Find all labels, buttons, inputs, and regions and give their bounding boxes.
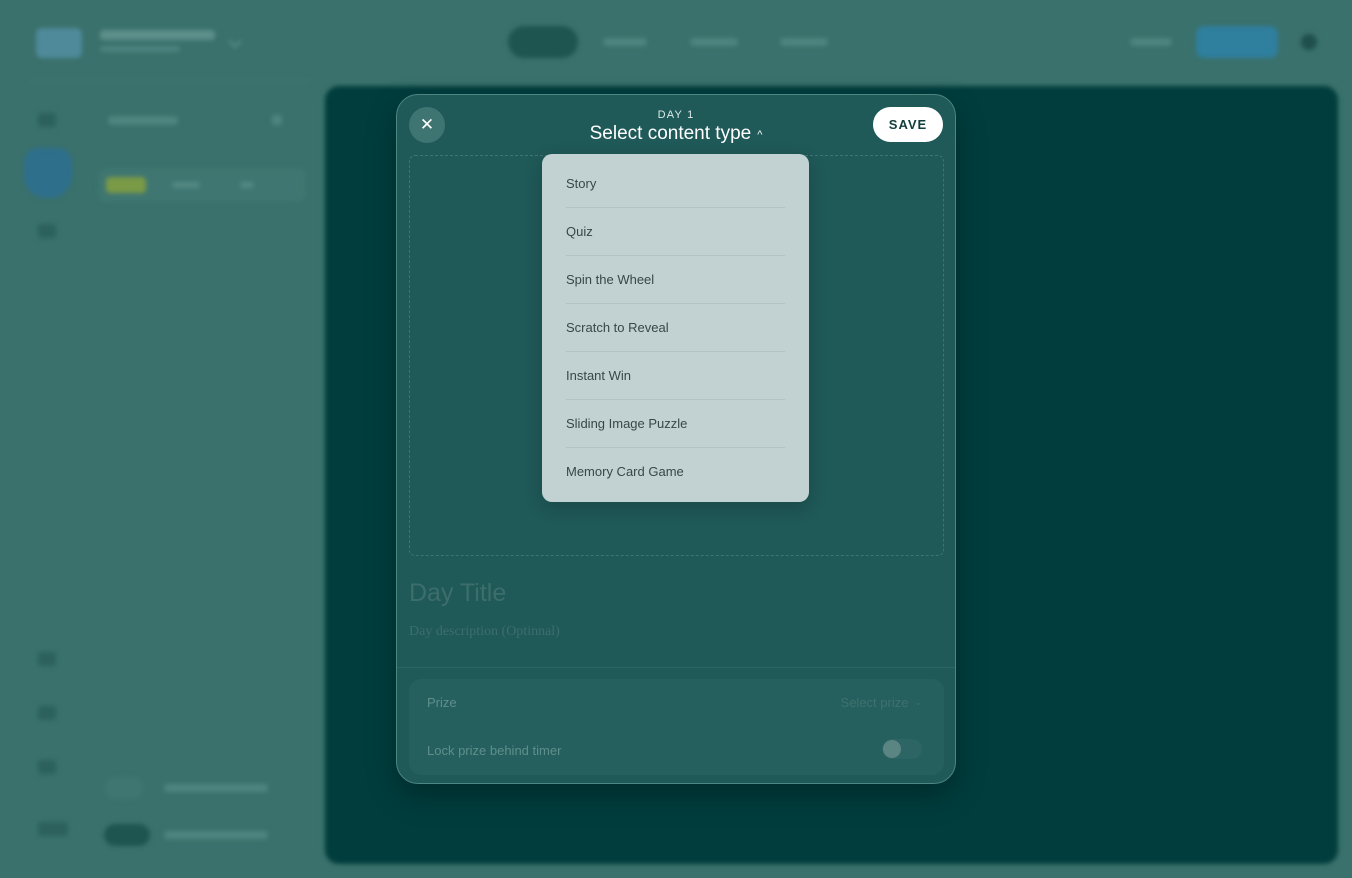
background-nav-active (508, 26, 578, 58)
background-rail-icon (38, 113, 56, 127)
background-panel-close-icon (272, 115, 282, 125)
background-rail-icon (38, 822, 68, 836)
dropdown-item-instant-win[interactable]: Instant Win (566, 352, 785, 400)
background-brand-name (100, 30, 215, 40)
day-description-input[interactable]: Day description (Optinnal) (409, 624, 560, 640)
prize-settings-card: Prize Select prize ⌄ Lock prize behind t… (409, 679, 944, 775)
dropdown-item-scratch-to-reveal[interactable]: Scratch to Reveal (566, 304, 785, 352)
background-nav-item (603, 38, 647, 46)
day-label: DAY 1 (657, 109, 695, 121)
background-rail-icon (38, 224, 56, 238)
background-bottom-toggle (104, 824, 150, 846)
prize-label: Prize (427, 695, 457, 710)
toggle-knob (883, 740, 901, 758)
background-topbar (0, 0, 1352, 80)
content-type-toggle[interactable]: Select content type ^ (590, 123, 763, 145)
content-type-dropdown: Story Quiz Spin the Wheel Scratch to Rev… (542, 154, 809, 502)
dropdown-item-story[interactable]: Story (566, 160, 785, 208)
background-bottom-text (164, 831, 268, 839)
background-logo (36, 28, 82, 58)
dropdown-item-memory-card-game[interactable]: Memory Card Game (566, 448, 785, 496)
background-login (1130, 38, 1172, 46)
background-rail-active (24, 148, 72, 198)
dropdown-item-quiz[interactable]: Quiz (566, 208, 785, 256)
background-panel-text (172, 182, 200, 188)
background-divider (30, 80, 310, 81)
background-nav-item (780, 38, 828, 46)
background-rail-icon (38, 706, 56, 720)
prize-select[interactable]: Select prize ⌄ (841, 695, 922, 710)
settings-divider (397, 667, 955, 668)
lock-prize-toggle[interactable] (882, 739, 922, 759)
background-brand-subtitle (100, 46, 180, 52)
background-bottom-button (104, 777, 144, 799)
background-panel-text (240, 182, 254, 188)
background-rail-icon (38, 760, 56, 774)
dropdown-item-spin-the-wheel[interactable]: Spin the Wheel (566, 256, 785, 304)
background-cta-button (1196, 26, 1278, 58)
lock-prize-label: Lock prize behind timer (427, 743, 562, 758)
chevron-up-icon: ^ (757, 128, 763, 141)
background-avatar (1301, 34, 1317, 50)
background-chevron-down-icon (227, 33, 243, 49)
dropdown-item-sliding-image-puzzle[interactable]: Sliding Image Puzzle (566, 400, 785, 448)
background-panel-title (108, 116, 178, 125)
background-bottom-text (164, 784, 268, 792)
modal-header: DAY 1 Select content type ^ (397, 109, 955, 145)
prize-select-value: Select prize (840, 695, 909, 710)
chevron-down-icon: ⌄ (914, 697, 922, 707)
day-title-input[interactable]: Day Title (409, 579, 506, 608)
background-nav-item (690, 38, 738, 46)
background-panel-chip (106, 177, 146, 193)
save-button[interactable]: SAVE (873, 107, 943, 142)
content-type-label: Select content type (589, 123, 752, 144)
background-rail-icon (38, 652, 56, 666)
